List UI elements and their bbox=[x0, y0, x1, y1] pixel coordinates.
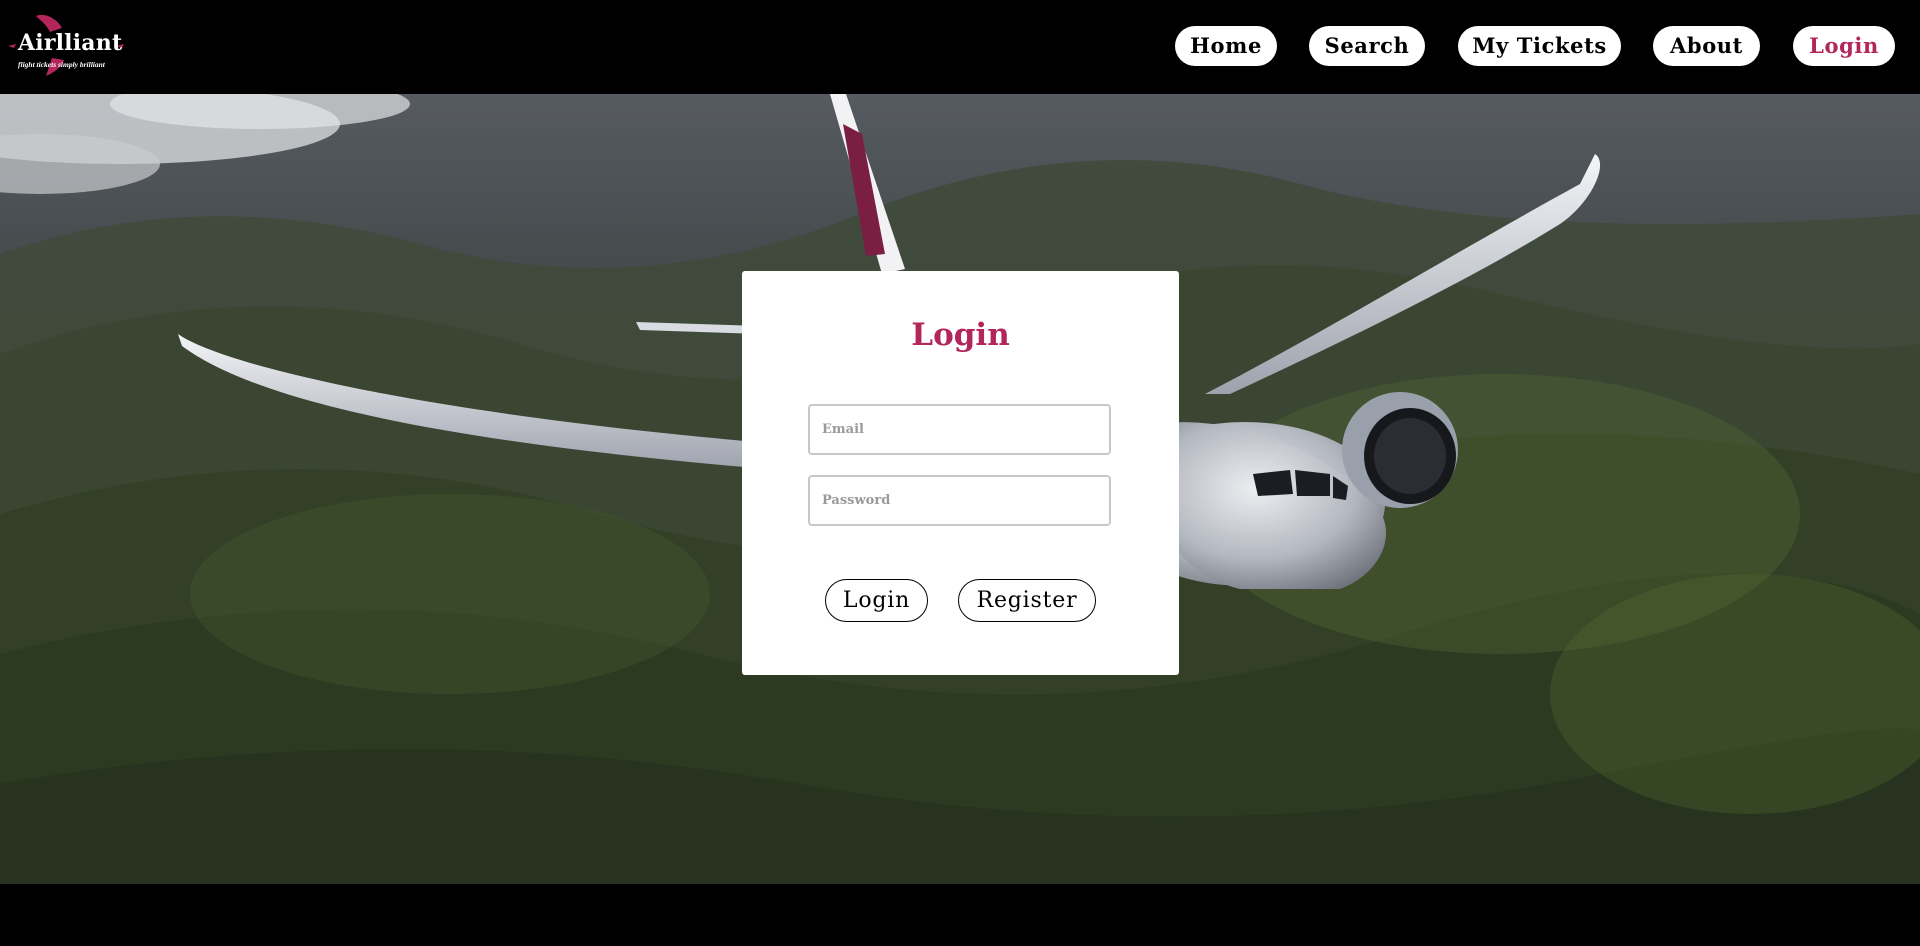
password-field[interactable] bbox=[808, 475, 1111, 526]
nav-my-tickets-button[interactable]: My Tickets bbox=[1458, 26, 1621, 66]
nav-about-button[interactable]: About bbox=[1653, 26, 1760, 66]
nav-search-button[interactable]: Search bbox=[1309, 26, 1425, 66]
top-navigation-bar: Airlliant flight tickets simply brillian… bbox=[0, 0, 1920, 94]
brand-name: Airlliant bbox=[18, 30, 123, 56]
email-field[interactable] bbox=[808, 404, 1111, 455]
register-button[interactable]: Register bbox=[958, 579, 1096, 622]
nav-home-button[interactable]: Home bbox=[1175, 26, 1277, 66]
login-card: Login Login Register bbox=[742, 271, 1179, 675]
brand-tagline: flight tickets simply brilliant bbox=[18, 60, 105, 69]
footer-band bbox=[0, 884, 1920, 946]
login-button[interactable]: Login bbox=[825, 579, 928, 622]
nav-login-button[interactable]: Login bbox=[1793, 26, 1895, 66]
airlliant-logo[interactable]: Airlliant flight tickets simply brillian… bbox=[6, 10, 124, 80]
login-title: Login bbox=[911, 317, 1010, 353]
